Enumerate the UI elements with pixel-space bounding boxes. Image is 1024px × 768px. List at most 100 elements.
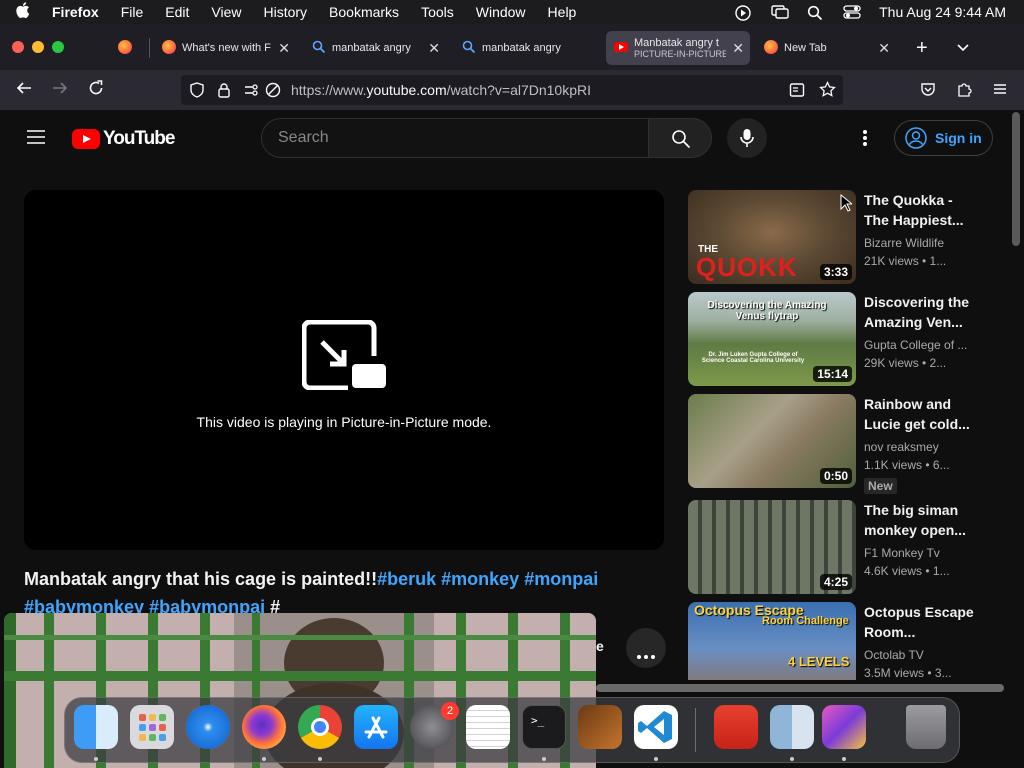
control-center-icon[interactable]: [843, 5, 861, 19]
autoplay-blocked-icon[interactable]: [265, 82, 281, 101]
recommendation-title[interactable]: The big siman monkey open...: [864, 500, 974, 540]
pocket-icon[interactable]: [920, 81, 936, 102]
window-close-button[interactable]: [12, 41, 24, 53]
url-bar[interactable]: https://www.youtube.com/watch?v=al7Dn10k…: [181, 75, 843, 105]
video-thumbnail[interactable]: THE QUOKK 3:33: [688, 190, 856, 284]
safari-icon[interactable]: [186, 705, 230, 749]
search-input[interactable]: Search: [261, 118, 649, 158]
tracking-protection-shield-icon[interactable]: [189, 82, 205, 101]
dock-separator: [695, 708, 696, 752]
menu-file[interactable]: File: [121, 4, 144, 20]
video-thumbnail[interactable]: 0:50: [688, 394, 856, 488]
recommendation-title[interactable]: Rainbow and Lucie get cold...: [864, 394, 974, 434]
tab-search-2[interactable]: manbatak angry: [456, 31, 596, 65]
menu-tools[interactable]: Tools: [421, 4, 454, 20]
window-minimize-button[interactable]: [32, 41, 44, 53]
tab-close-icon[interactable]: ✕: [732, 40, 744, 57]
menu-help[interactable]: Help: [548, 4, 577, 20]
window-zoom-button[interactable]: [52, 41, 64, 53]
menu-bookmarks[interactable]: Bookmarks: [329, 4, 399, 20]
app-menu-firefox[interactable]: Firefox: [52, 4, 99, 20]
back-arrow-icon[interactable]: [16, 80, 32, 101]
permissions-icon[interactable]: [243, 82, 259, 101]
tab-title: New Tab: [784, 42, 827, 54]
video-duration: 3:33: [819, 264, 852, 280]
forward-arrow-icon[interactable]: [52, 80, 68, 101]
channel-name[interactable]: Gupta College of ...: [864, 338, 974, 352]
settings-kebab-icon[interactable]: [862, 129, 868, 152]
list-all-tabs-chevron-icon[interactable]: [956, 38, 970, 59]
tab-close-icon[interactable]: ✕: [878, 40, 890, 57]
tab-new-tab[interactable]: New Tab ✕: [758, 31, 898, 65]
recommendation-item[interactable]: 0:50 Rainbow and Lucie get cold... nov r…: [688, 394, 1008, 494]
vscode-icon[interactable]: [634, 705, 678, 749]
chrome-icon[interactable]: [298, 705, 342, 749]
vertical-scrollbar[interactable]: [1012, 112, 1020, 246]
trash-icon[interactable]: [906, 705, 946, 749]
search-button[interactable]: [648, 118, 712, 158]
app-store-icon[interactable]: [354, 705, 398, 749]
reload-icon[interactable]: [88, 80, 104, 101]
screen-mirroring-icon[interactable]: [771, 5, 789, 19]
tab-search-1[interactable]: manbatak angry ✕: [306, 31, 446, 65]
new-badge: New: [864, 478, 897, 494]
video-thumbnail[interactable]: Discovering the Amazing Venus flytrap Dr…: [688, 292, 856, 386]
media-play-icon[interactable]: [735, 5, 753, 21]
sign-in-button[interactable]: Sign in: [894, 120, 993, 156]
video-thumbnail[interactable]: 4:25: [688, 500, 856, 594]
voice-search-button[interactable]: [727, 118, 767, 158]
garageband-icon[interactable]: [578, 705, 622, 749]
bookmark-star-icon[interactable]: [819, 80, 836, 101]
url-text[interactable]: https://www.youtube.com/watch?v=al7Dn10k…: [291, 82, 591, 98]
menu-edit[interactable]: Edit: [165, 4, 189, 20]
spotlight-search-icon[interactable]: [807, 5, 825, 21]
tab-title: manbatak angry: [332, 42, 411, 54]
reader-view-icon[interactable]: [789, 82, 805, 101]
more-actions-button[interactable]: [626, 628, 666, 668]
recommendation-item[interactable]: Discovering the Amazing Venus flytrap Dr…: [688, 292, 1008, 388]
tab-youtube-active[interactable]: Manbatak angry t PICTURE-IN-PICTURE ✕: [606, 31, 750, 65]
channel-name[interactable]: Octolab TV: [864, 648, 974, 662]
hashtag-link[interactable]: #monkey: [441, 569, 519, 589]
channel-name[interactable]: nov reaksmey: [864, 440, 974, 454]
guide-menu-icon[interactable]: [26, 128, 46, 151]
recommendation-title[interactable]: Discovering the Amazing Ven...: [864, 292, 974, 332]
apple-menu-icon[interactable]: [16, 2, 36, 22]
hashtag-link[interactable]: #monpai: [524, 569, 598, 589]
new-tab-plus-icon[interactable]: +: [916, 37, 928, 60]
thumbnail-caption: Dr. Jim Luken Gupta College of Science C…: [701, 352, 805, 364]
tab-whats-new[interactable]: What's new with F ✕: [156, 31, 296, 65]
menu-history[interactable]: History: [263, 4, 307, 20]
partial-action-button[interactable]: e: [596, 638, 604, 654]
finder-2-icon[interactable]: [770, 705, 814, 749]
tab-close-icon[interactable]: ✕: [428, 40, 440, 57]
tab-close-icon[interactable]: ✕: [278, 40, 290, 57]
terminal-icon[interactable]: >_: [522, 705, 566, 749]
firefox-view-icon[interactable]: [118, 40, 132, 59]
textedit-icon[interactable]: [466, 705, 510, 749]
recommendation-item[interactable]: 4:25 The big siman monkey open... F1 Mon…: [688, 500, 1008, 596]
youtube-logo[interactable]: YouTube: [72, 128, 175, 150]
recommendation-title[interactable]: The Quokka - The Happiest...: [864, 190, 974, 230]
photo-booth-icon[interactable]: [714, 705, 758, 749]
menubar-clock[interactable]: Thu Aug 24 9:44 AM: [879, 4, 1006, 20]
recommendation-item[interactable]: Octopus Escape Room Challenge 4 LEVELS O…: [688, 602, 1008, 680]
game-icon[interactable]: [822, 705, 866, 749]
extensions-puzzle-icon[interactable]: [956, 81, 972, 102]
finder-icon[interactable]: [74, 705, 118, 749]
lock-icon[interactable]: [217, 82, 231, 101]
channel-name[interactable]: Bizarre Wildlife: [864, 236, 974, 250]
hashtag-link[interactable]: #beruk: [377, 569, 436, 589]
hamburger-menu-icon[interactable]: [992, 81, 1008, 102]
video-thumbnail[interactable]: Octopus Escape Room Challenge 4 LEVELS: [688, 602, 856, 680]
horizontal-scrollbar[interactable]: [596, 684, 1004, 692]
channel-name[interactable]: F1 Monkey Tv: [864, 546, 974, 560]
menu-window[interactable]: Window: [476, 4, 526, 20]
firefox-icon[interactable]: [242, 705, 286, 749]
launchpad-icon[interactable]: [130, 705, 174, 749]
menu-view[interactable]: View: [211, 4, 241, 20]
search-icon: [312, 40, 326, 57]
recommendation-title[interactable]: Octopus Escape Room...: [864, 602, 974, 642]
video-player[interactable]: [24, 190, 664, 550]
thumbnail-caption: Discovering the Amazing Venus flytrap: [707, 300, 827, 322]
